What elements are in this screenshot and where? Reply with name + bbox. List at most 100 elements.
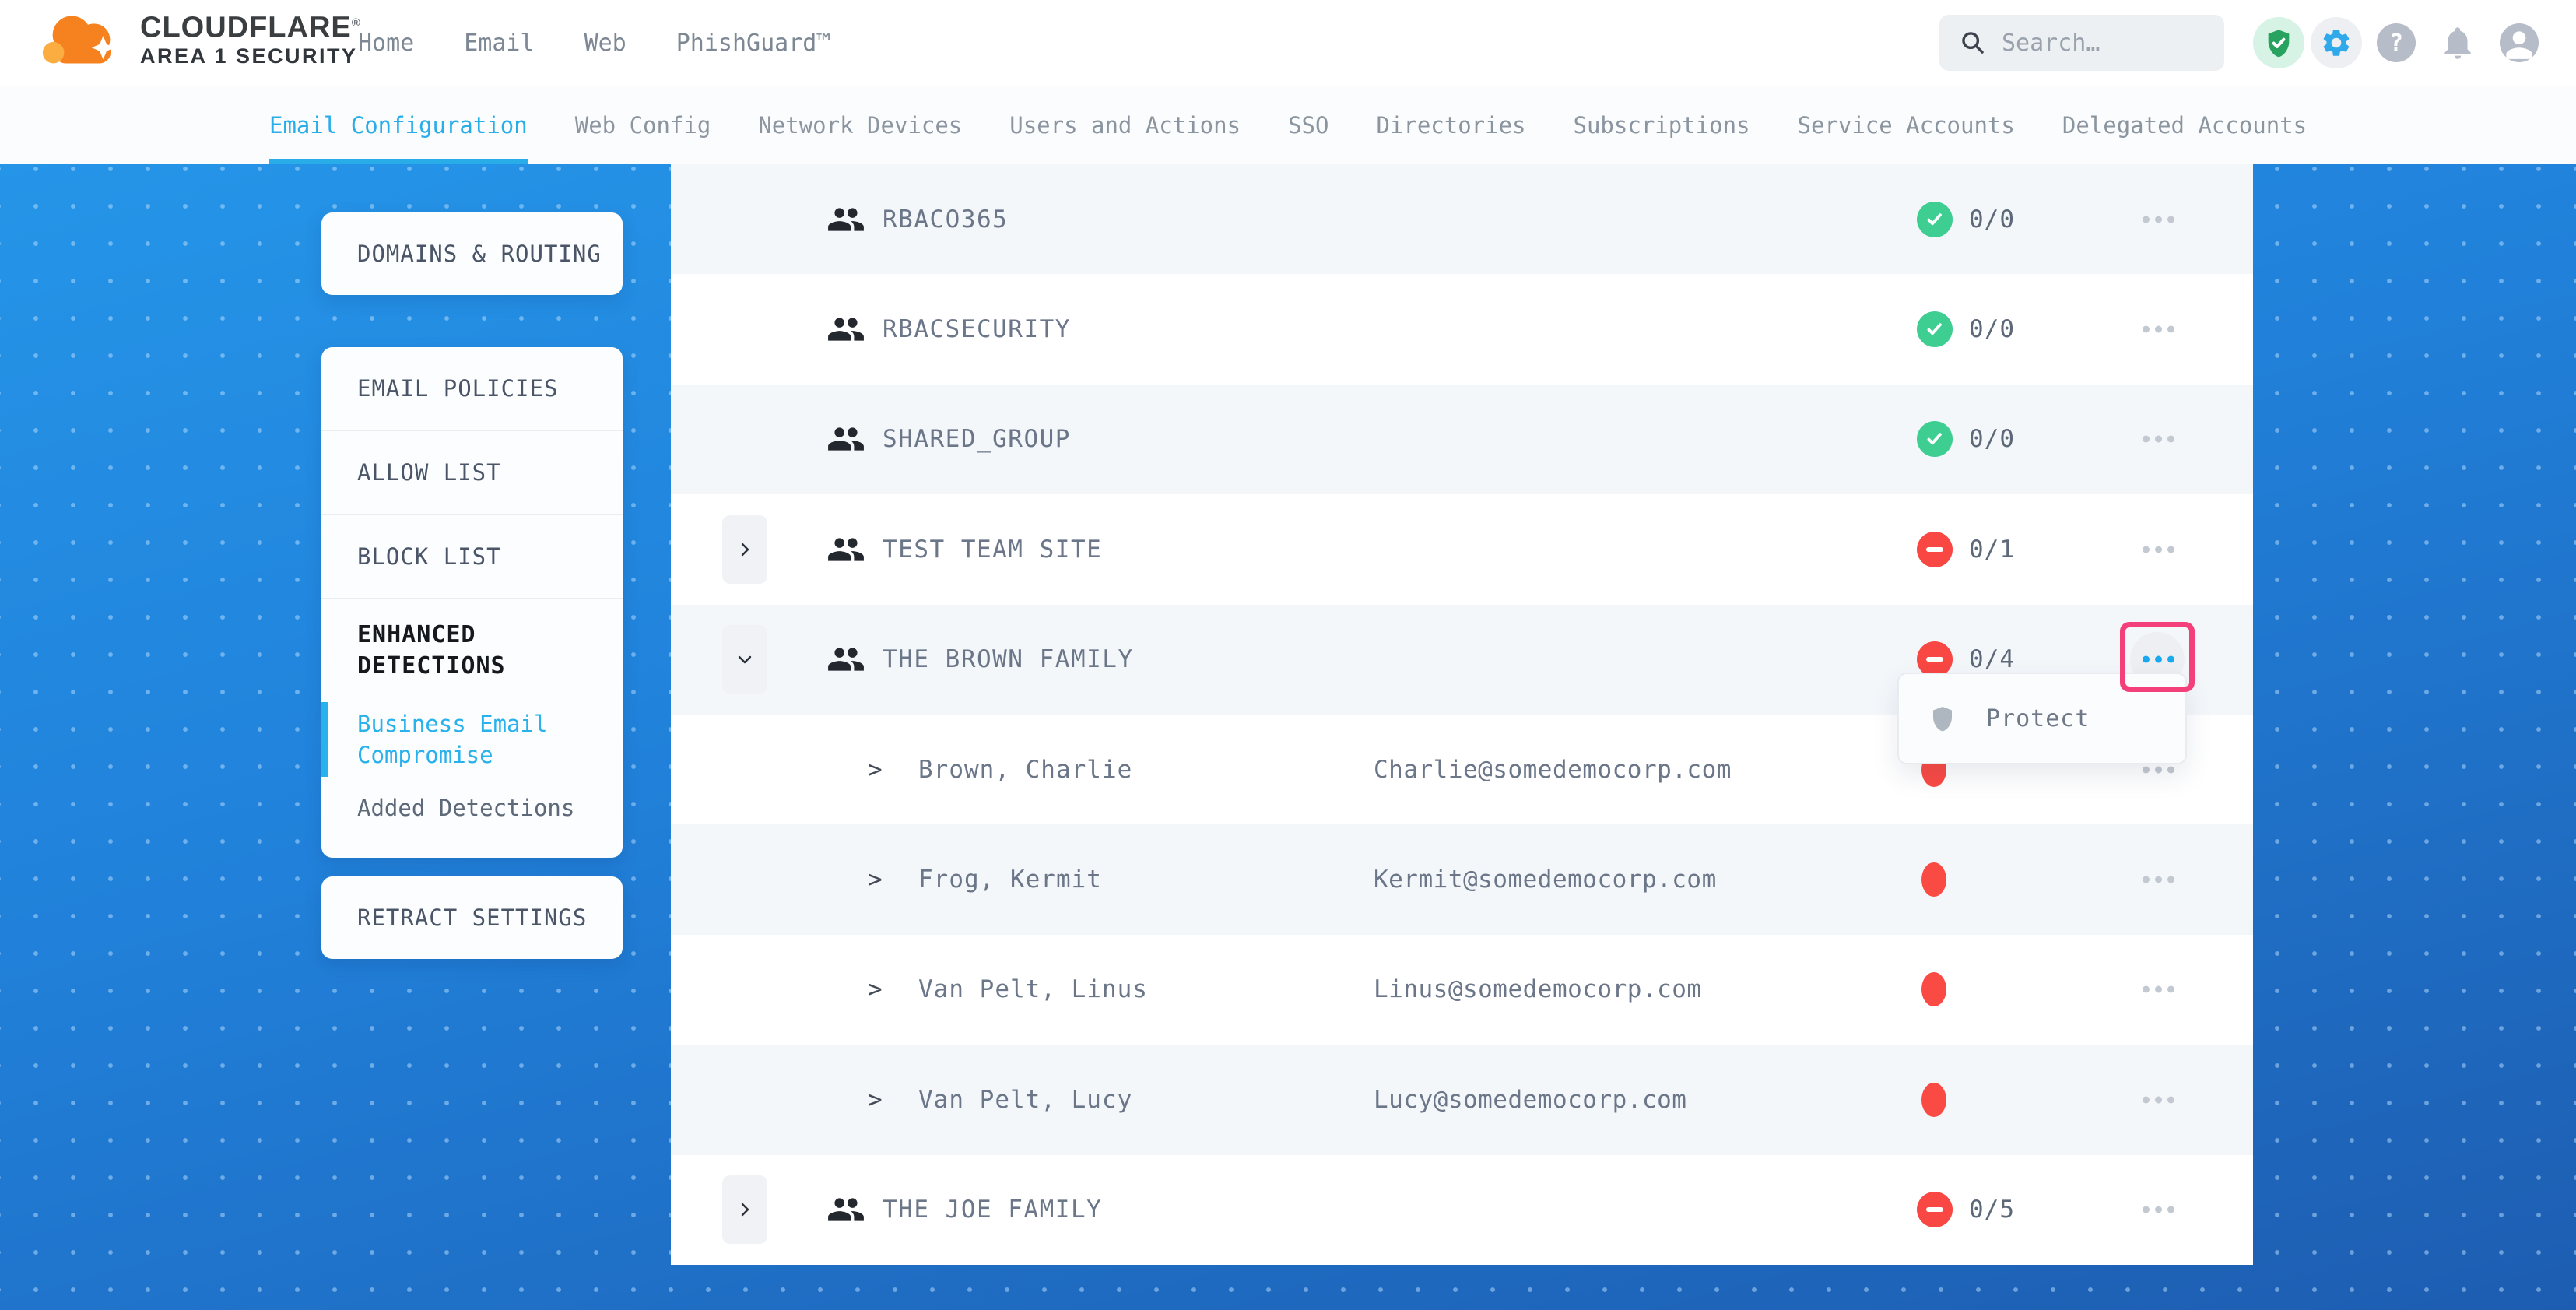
sidebar-card-retract-settings: RETRACT SETTINGS <box>321 876 623 959</box>
sidebar-card-domains-routing: DOMAINS & ROUTING <box>321 212 623 295</box>
sidebar-item-allow-list[interactable]: ALLOW LIST <box>321 430 623 514</box>
group-icon <box>826 310 865 349</box>
member-email: Charlie@somedemocorp.com <box>1374 756 1732 784</box>
status-unprotected-dot <box>1921 972 1946 1006</box>
row-menu-button[interactable] <box>2143 876 2174 883</box>
group-name: THE BROWN FAMILY <box>883 645 1134 673</box>
group-row[interactable]: THE JOE FAMILY 0/5 <box>671 1155 2253 1265</box>
tab-users-and-actions[interactable]: Users and Actions <box>1009 86 1241 164</box>
status-unprotected-dot <box>1921 862 1946 897</box>
group-name: THE JOE FAMILY <box>883 1196 1102 1224</box>
group-name: TEST TEAM SITE <box>883 536 1102 564</box>
search-icon <box>1960 30 1986 56</box>
member-count: 0/4 <box>1969 645 2015 673</box>
row-menu-button[interactable] <box>2143 436 2174 443</box>
expand-button[interactable] <box>722 515 767 584</box>
tab-delegated-accounts[interactable]: Delegated Accounts <box>2062 86 2307 164</box>
sidebar-item-block-list[interactable]: BLOCK LIST <box>321 514 623 598</box>
row-menu-button[interactable] <box>2143 766 2174 773</box>
sidebar-item-retract-settings[interactable]: RETRACT SETTINGS <box>321 876 623 959</box>
group-row[interactable]: RBACSECURITY0/0 <box>671 274 2253 384</box>
minus-glyph <box>1926 547 1943 552</box>
group-row[interactable]: SHARED_GROUP 0/0 <box>671 385 2253 494</box>
annotation-highlight-box <box>2120 622 2195 692</box>
member-name: Frog, Kermit <box>918 866 1102 894</box>
menu-item-label: Protect <box>1986 705 2090 732</box>
row-menu-button[interactable] <box>2143 216 2174 223</box>
group-icon <box>826 420 865 458</box>
status-protected-icon <box>1917 311 1953 347</box>
sidebar-item-domains-routing[interactable]: DOMAINS & ROUTING <box>321 212 623 295</box>
account-avatar-icon[interactable] <box>2500 23 2539 62</box>
menu-item-protect[interactable]: Protect <box>1899 704 2185 732</box>
expand-button[interactable] <box>722 625 767 694</box>
settings-gear-icon[interactable] <box>2311 17 2362 68</box>
sidebar-section-title[interactable]: ENHANCED DETECTIONS <box>357 620 544 682</box>
notifications-bell-icon[interactable] <box>2437 21 2478 65</box>
groups-table: RBACO3650/0RBACSECURITY0/0SHARED_GROUP0/… <box>671 164 2253 1265</box>
search-input[interactable] <box>2000 29 2198 58</box>
help-icon[interactable]: ? <box>2377 23 2416 62</box>
group-icon <box>826 1190 865 1229</box>
group-name: SHARED_GROUP <box>883 425 1071 453</box>
tab-email-configuration[interactable]: Email Configuration <box>269 86 528 164</box>
member-chevron-icon: > <box>868 1086 883 1114</box>
tab-web-config[interactable]: Web Config <box>575 86 711 164</box>
minus-glyph <box>1926 1207 1943 1212</box>
member-chevron-icon: > <box>868 756 883 784</box>
member-count: 0/5 <box>1969 1196 2015 1224</box>
row-menu-button[interactable] <box>2143 326 2174 333</box>
row-menu-button[interactable] <box>2143 546 2174 553</box>
member-chevron-icon: > <box>868 866 883 894</box>
content-area: DOMAINS & ROUTING EMAIL POLICIESALLOW LIS… <box>0 164 2576 1310</box>
sidebar-item-business-email-compromise[interactable]: Business Email Compromise <box>357 708 599 771</box>
member-row[interactable]: > Frog, Kermit Kermit@somedemocorp.com <box>671 824 2253 934</box>
cloudflare-area1-app: CLOUDFLARE® AREA 1 SECURITY Home Email Web… <box>0 0 2576 1309</box>
sidebar-item-added-detections[interactable]: Added Detections <box>357 792 599 824</box>
member-count: 0/0 <box>1969 205 2015 234</box>
tab-subscriptions[interactable]: Subscriptions <box>1574 86 1750 164</box>
member-email: Kermit@somedemocorp.com <box>1374 866 1717 894</box>
row-menu-button[interactable] <box>2143 1096 2174 1103</box>
nav-item-web[interactable]: Web <box>584 30 626 57</box>
member-email: Linus@somedemocorp.com <box>1374 975 1702 1003</box>
status-protected-icon <box>1917 202 1953 237</box>
group-icon <box>826 530 865 569</box>
nav-item-email[interactable]: Email <box>464 30 534 57</box>
group-name: RBACO365 <box>883 205 1008 234</box>
shield-icon <box>1928 704 1957 732</box>
expand-button[interactable] <box>722 1175 767 1244</box>
nav-item-home[interactable]: Home <box>358 30 414 57</box>
member-count: 0/1 <box>1969 536 2015 564</box>
brand-name: CLOUDFLARE® <box>140 8 361 44</box>
member-row[interactable]: > Van Pelt, Linus Linus@somedemocorp.com <box>671 935 2253 1045</box>
sidebar-item-email-policies[interactable]: EMAIL POLICIES <box>321 347 623 430</box>
member-name: Van Pelt, Linus <box>918 975 1148 1003</box>
member-chevron-icon: > <box>868 975 883 1003</box>
group-row[interactable]: TEST TEAM SITE 0/1 <box>671 494 2253 604</box>
status-blocked-icon <box>1917 532 1953 567</box>
row-menu-button[interactable] <box>2143 1206 2174 1213</box>
tab-network-devices[interactable]: Network Devices <box>758 86 962 164</box>
tab-directories[interactable]: Directories <box>1376 86 1525 164</box>
member-count: 0/0 <box>1969 425 2015 453</box>
group-icon <box>826 200 865 239</box>
tab-service-accounts[interactable]: Service Accounts <box>1798 86 2015 164</box>
sidebar-card-email-policies: EMAIL POLICIESALLOW LISTBLOCK LIST ENHANC… <box>321 347 623 858</box>
member-name: Van Pelt, Lucy <box>918 1086 1132 1114</box>
group-name: RBACSECURITY <box>883 315 1071 343</box>
row-menu-button[interactable] <box>2143 986 2174 993</box>
app-header: CLOUDFLARE® AREA 1 SECURITY Home Email Web… <box>0 0 2576 86</box>
search-box[interactable] <box>1939 15 2224 71</box>
member-name: Brown, Charlie <box>918 756 1132 784</box>
primary-nav: Home Email Web PhishGuard™ <box>358 0 830 86</box>
cloudflare-cloud-icon <box>37 6 129 70</box>
sidebar: DOMAINS & ROUTING EMAIL POLICIESALLOW LIS… <box>321 164 623 1310</box>
tab-sso[interactable]: SSO <box>1288 86 1328 164</box>
nav-item-phishguard[interactable]: PhishGuard™ <box>676 30 831 57</box>
protection-status-shield-icon[interactable] <box>2253 17 2304 68</box>
group-row[interactable]: RBACO365 0/0 <box>671 164 2253 274</box>
member-row[interactable]: >Van Pelt, LucyLucy@somedemocorp.com <box>671 1045 2253 1154</box>
brand-logo[interactable]: CLOUDFLARE® AREA 1 SECURITY <box>37 6 361 70</box>
status-protected-icon <box>1917 421 1953 457</box>
